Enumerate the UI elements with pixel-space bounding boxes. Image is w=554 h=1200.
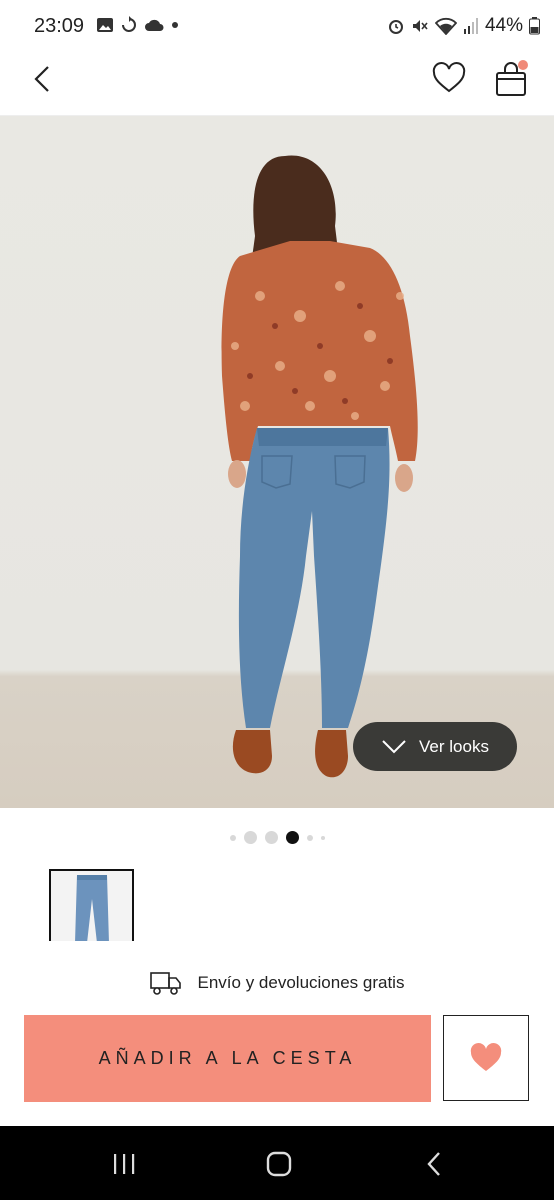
battery-icon bbox=[529, 17, 540, 35]
status-right: 44% bbox=[387, 15, 540, 37]
wishlist-button[interactable] bbox=[432, 62, 466, 96]
truck-icon bbox=[149, 972, 181, 995]
sync-icon bbox=[122, 16, 136, 32]
product-image[interactable]: Ver looks bbox=[0, 116, 554, 808]
recents-button[interactable] bbox=[104, 1150, 144, 1178]
alarm-icon bbox=[388, 20, 403, 34]
pagination-dot[interactable] bbox=[229, 834, 236, 841]
home-icon bbox=[266, 1151, 292, 1177]
status-left-icons bbox=[96, 16, 180, 34]
system-nav-bar bbox=[0, 1126, 554, 1200]
mute-icon bbox=[412, 20, 428, 32]
status-time: 23:09 bbox=[34, 15, 85, 37]
cloud-icon bbox=[145, 19, 164, 31]
recents-icon bbox=[114, 1154, 135, 1174]
pagination-dot[interactable] bbox=[243, 831, 257, 844]
image-icon bbox=[97, 18, 113, 32]
shipping-text: Envío y devoluciones gratis bbox=[197, 973, 405, 992]
product-thumbnail[interactable] bbox=[49, 869, 134, 941]
heart-filled-icon bbox=[470, 1043, 502, 1071]
favorite-button[interactable] bbox=[443, 1015, 529, 1101]
chevron-down-icon bbox=[382, 739, 406, 753]
app-header bbox=[0, 54, 554, 116]
battery-text: 44% bbox=[484, 15, 523, 36]
shipping-info: Envío y devoluciones gratis bbox=[0, 970, 554, 996]
add-to-cart-button[interactable]: AÑADIR A LA CESTA bbox=[24, 1015, 431, 1102]
bag-notification-badge bbox=[518, 60, 528, 70]
jeans-thumbnail-image bbox=[75, 875, 109, 941]
wifi-icon bbox=[434, 17, 457, 35]
heart-outline-icon bbox=[432, 62, 466, 93]
status-bar: 23:09 44% bbox=[0, 0, 554, 54]
back-nav-button[interactable] bbox=[414, 1150, 454, 1178]
pagination-dot[interactable] bbox=[264, 831, 278, 844]
pagination-dot[interactable] bbox=[306, 834, 313, 841]
back-button[interactable] bbox=[28, 64, 58, 94]
ver-looks-button[interactable]: Ver looks bbox=[353, 722, 517, 771]
signal-icon bbox=[463, 18, 478, 34]
product-photo bbox=[221, 155, 418, 778]
dot-icon bbox=[172, 22, 178, 28]
image-pagination bbox=[0, 831, 554, 844]
back-icon bbox=[427, 1152, 440, 1176]
home-button[interactable] bbox=[259, 1150, 299, 1178]
shopping-bag-button[interactable] bbox=[494, 60, 530, 98]
pagination-dot-active[interactable] bbox=[285, 831, 299, 844]
ver-looks-label: Ver looks bbox=[419, 736, 489, 756]
chevron-left-icon bbox=[34, 66, 49, 92]
pagination-dot[interactable] bbox=[320, 835, 325, 840]
